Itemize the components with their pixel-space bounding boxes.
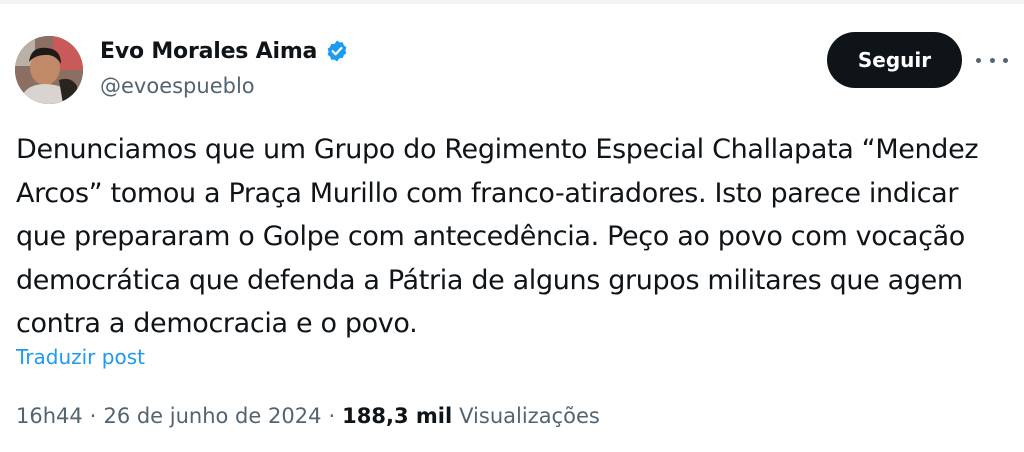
author-display-name[interactable]: Evo Morales Aima	[100, 39, 317, 64]
views-count: 188,3 mil	[342, 404, 453, 428]
more-horizontal-icon[interactable]	[976, 46, 1008, 74]
author-handle[interactable]: @evoespueblo	[100, 74, 255, 98]
post-text-line: democrática que defenda a Pátria de algu…	[16, 264, 963, 296]
author-name-row: Evo Morales Aima	[100, 36, 349, 66]
more-dot	[989, 57, 995, 63]
views-label: Visualizações	[459, 404, 600, 428]
translate-post-link[interactable]: Traduzir post	[16, 345, 145, 369]
verified-badge-icon	[325, 39, 349, 63]
post-metadata: 16h44 · 26 de junho de 2024 · 188,3 mil …	[16, 404, 600, 428]
post-text-line: Arcos” tomou a Praça Murillo com franco-…	[16, 177, 959, 209]
post-text-line: Denunciamos que um Grupo do Regimento Es…	[16, 134, 979, 165]
more-dot	[976, 57, 981, 63]
more-dot	[1003, 57, 1008, 63]
follow-button[interactable]: Seguir	[827, 32, 962, 88]
meta-separator: ·	[328, 404, 336, 428]
post-time[interactable]: 16h44	[16, 404, 83, 428]
avatar[interactable]	[15, 36, 83, 104]
tweet-card: Evo Morales Aima @evoespueblo Seguir Den…	[0, 0, 1024, 452]
post-date[interactable]: 26 de junho de 2024	[103, 404, 321, 428]
meta-separator: ·	[89, 404, 97, 428]
post-text-line: que prepararam o Golpe com antecedência.…	[16, 221, 965, 253]
top-divider	[0, 0, 1024, 4]
post-text: Denunciamos que um Grupo do Regimento Es…	[16, 128, 1006, 346]
post-text-line: contra a democracia e o povo.	[16, 308, 418, 340]
